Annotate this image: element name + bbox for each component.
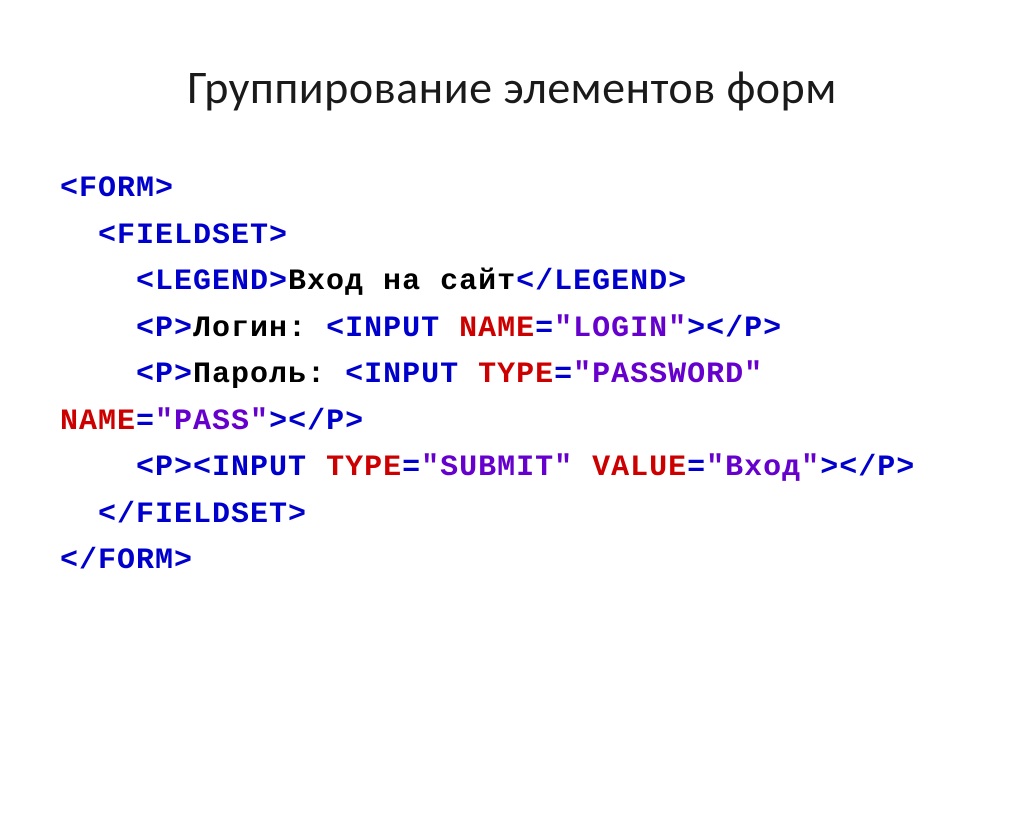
code-block: <FORM> <FIELDSET> <LEGEND>Вход на сайт</…: [60, 166, 964, 585]
tag-p-open: <P>: [136, 312, 193, 346]
tag-input-open: <INPUT: [326, 312, 459, 346]
sp: [573, 451, 592, 485]
val-vhod: "Вход": [706, 451, 820, 485]
attr-type: TYPE: [326, 451, 402, 485]
val-password: "PASSWORD": [573, 358, 763, 392]
tag-p-close: </P>: [288, 405, 364, 439]
tag-input-open: <INPUT: [193, 451, 326, 485]
attr-value: VALUE: [592, 451, 687, 485]
text-password: Пароль:: [193, 358, 345, 392]
text-legend: Вход на сайт: [288, 265, 516, 299]
eq: =: [402, 451, 421, 485]
tag-input-close: >: [269, 405, 288, 439]
tag-p-close: </P>: [706, 312, 782, 346]
sp: [763, 358, 782, 392]
eq: =: [554, 358, 573, 392]
slide: Группирование элементов форм <FORM> <FIE…: [0, 60, 1024, 828]
val-login: "LOGIN": [554, 312, 687, 346]
tag-form-close: </FORM>: [60, 544, 193, 578]
tag-p-open: <P>: [136, 451, 193, 485]
tag-input-open: <INPUT: [345, 358, 478, 392]
tag-input-close: >: [820, 451, 839, 485]
eq: =: [535, 312, 554, 346]
tag-fieldset-close: </FIELDSET>: [98, 498, 307, 532]
attr-name: NAME: [459, 312, 535, 346]
tag-input-close: >: [687, 312, 706, 346]
tag-form-open: <FORM>: [60, 172, 174, 206]
tag-legend-open: <LEGEND>: [136, 265, 288, 299]
tag-fieldset-open: <FIELDSET>: [98, 219, 288, 253]
tag-p-close: </P>: [839, 451, 915, 485]
val-submit: "SUBMIT": [421, 451, 573, 485]
tag-p-open: <P>: [136, 358, 193, 392]
slide-title: Группирование элементов форм: [60, 60, 964, 116]
attr-name: NAME: [60, 405, 136, 439]
eq: =: [687, 451, 706, 485]
tag-legend-close: </LEGEND>: [516, 265, 687, 299]
text-login: Логин:: [193, 312, 326, 346]
val-pass: "PASS": [155, 405, 269, 439]
attr-type: TYPE: [478, 358, 554, 392]
eq: =: [136, 405, 155, 439]
